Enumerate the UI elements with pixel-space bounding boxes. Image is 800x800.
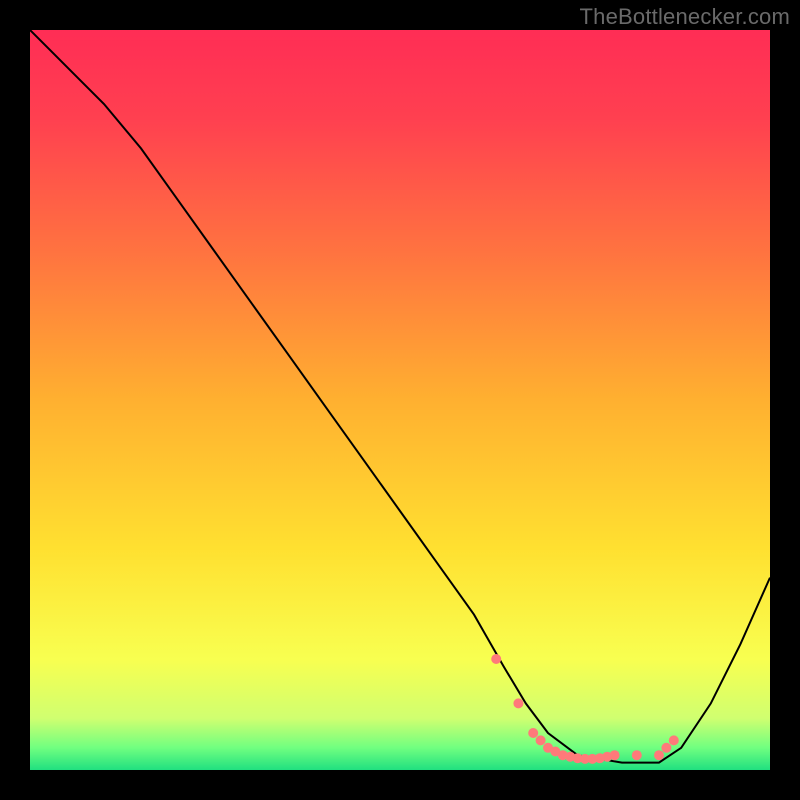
marker-dot <box>661 743 671 753</box>
chart-plot-area <box>30 30 770 770</box>
marker-dot <box>632 750 642 760</box>
marker-dot <box>491 654 501 664</box>
chart-frame: TheBottlenecker.com <box>0 0 800 800</box>
marker-dot <box>513 698 523 708</box>
chart-background-gradient <box>30 30 770 770</box>
marker-dot <box>610 750 620 760</box>
marker-dot <box>669 735 679 745</box>
watermark-text: TheBottlenecker.com <box>580 4 790 30</box>
marker-dot <box>536 735 546 745</box>
marker-dot <box>654 750 664 760</box>
chart-svg <box>30 30 770 770</box>
marker-dot <box>528 728 538 738</box>
